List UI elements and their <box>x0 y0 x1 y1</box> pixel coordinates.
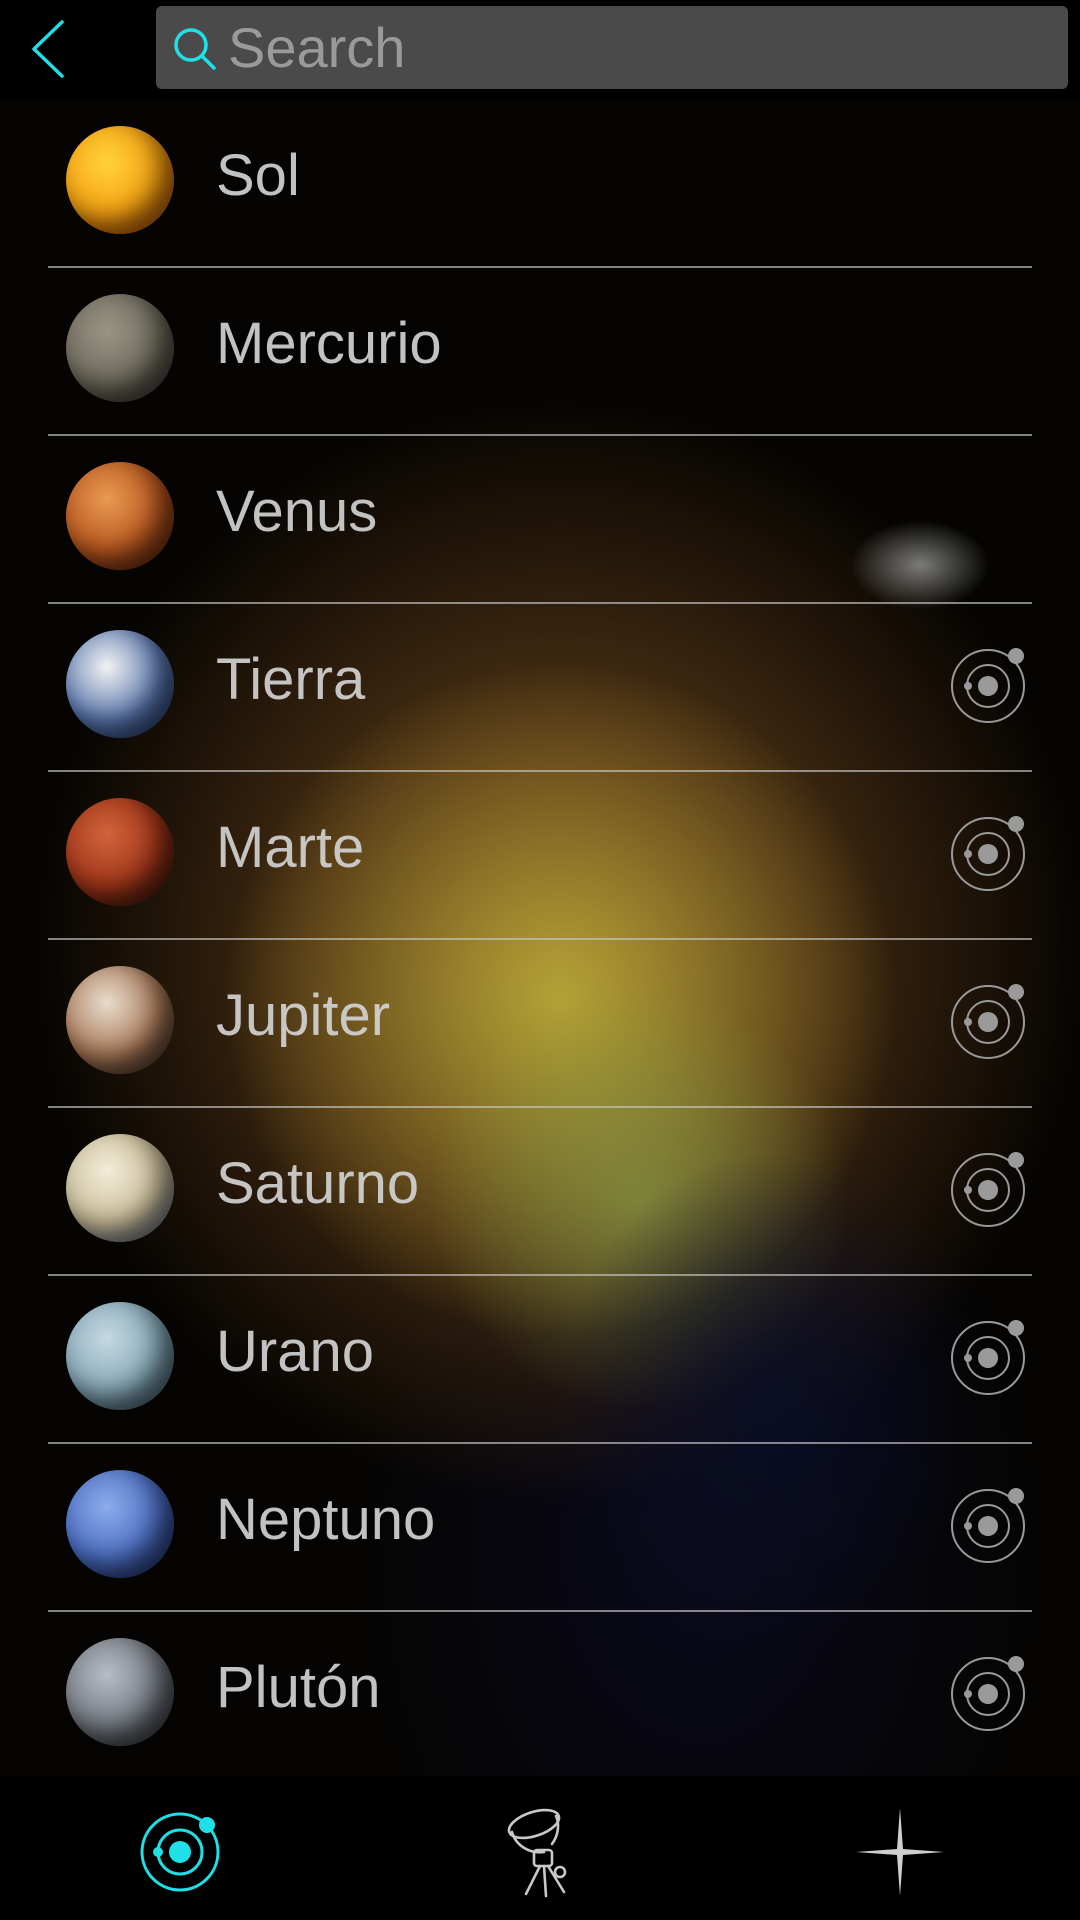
orbit-view-button[interactable] <box>950 1316 1030 1396</box>
search-icon <box>174 28 216 70</box>
list-item-label: Plutón <box>216 1655 381 1720</box>
orbit-icon <box>951 1320 1025 1395</box>
tab-bar <box>0 1776 1080 1920</box>
orbit-view-button[interactable] <box>950 1484 1030 1564</box>
list-item-label: Tierra <box>216 647 366 712</box>
orbit-icon <box>951 984 1025 1059</box>
list-item-label: Mercurio <box>216 311 442 376</box>
planet-thumbnail <box>66 630 174 738</box>
list-item[interactable]: Jupiter <box>0 940 1080 1108</box>
list-item-label: Marte <box>216 815 365 880</box>
orbit-icon <box>951 648 1025 723</box>
planet-thumbnail <box>66 1302 174 1410</box>
list-item[interactable]: Plutón <box>0 1612 1080 1780</box>
orbit-view-button[interactable] <box>950 812 1030 892</box>
planet-list: Sol Mercurio Venus Tierra Marte Jupiter Saturn… <box>0 100 1080 1780</box>
tab-solar-system[interactable] <box>130 1802 230 1902</box>
orbit-view-button[interactable] <box>950 644 1030 724</box>
list-item-label: Venus <box>216 479 378 544</box>
orbit-icon <box>951 816 1025 891</box>
planet-thumbnail <box>66 126 174 234</box>
tab-stars[interactable] <box>850 1802 950 1902</box>
list-item-label: Sol <box>216 143 300 208</box>
orbit-view-button[interactable] <box>950 1652 1030 1732</box>
screen: Sol Mercurio Venus Tierra Marte Jupiter Saturn… <box>0 0 1080 1920</box>
list-item[interactable]: Mercurio <box>0 268 1080 436</box>
telescope-icon <box>507 1808 567 1898</box>
list-item[interactable]: Saturno <box>0 1108 1080 1276</box>
list-item-label: Saturno <box>216 1151 420 1216</box>
list-item[interactable]: Urano <box>0 1276 1080 1444</box>
search-input[interactable] <box>226 6 1048 89</box>
planet-thumbnail <box>66 1638 174 1746</box>
planet-thumbnail <box>66 1470 174 1578</box>
list-item-label: Urano <box>216 1319 374 1384</box>
orbit-icon <box>951 1152 1025 1227</box>
search-bar[interactable] <box>156 6 1068 89</box>
planet-thumbnail <box>66 1134 174 1242</box>
list-item[interactable]: Tierra <box>0 604 1080 772</box>
list-item[interactable]: Venus <box>0 436 1080 604</box>
top-bar <box>0 0 1080 100</box>
planet-thumbnail <box>66 294 174 402</box>
list-item-label: Neptuno <box>216 1487 436 1552</box>
orbit-icon <box>951 1656 1025 1731</box>
orbit-view-button[interactable] <box>950 980 1030 1060</box>
list-item[interactable]: Sol <box>0 100 1080 268</box>
star-icon <box>856 1808 944 1896</box>
back-button[interactable] <box>20 14 80 84</box>
list-item-label: Jupiter <box>216 983 391 1048</box>
planet-thumbnail <box>66 966 174 1074</box>
tab-telescope[interactable] <box>490 1802 590 1902</box>
solar-system-icon <box>140 1812 220 1892</box>
orbit-icon <box>951 1488 1025 1563</box>
list-item[interactable]: Neptuno <box>0 1444 1080 1612</box>
list-item[interactable]: Marte <box>0 772 1080 940</box>
orbit-view-button[interactable] <box>950 1148 1030 1228</box>
planet-thumbnail <box>66 462 174 570</box>
planet-thumbnail <box>66 798 174 906</box>
chevron-left-icon <box>32 20 64 78</box>
